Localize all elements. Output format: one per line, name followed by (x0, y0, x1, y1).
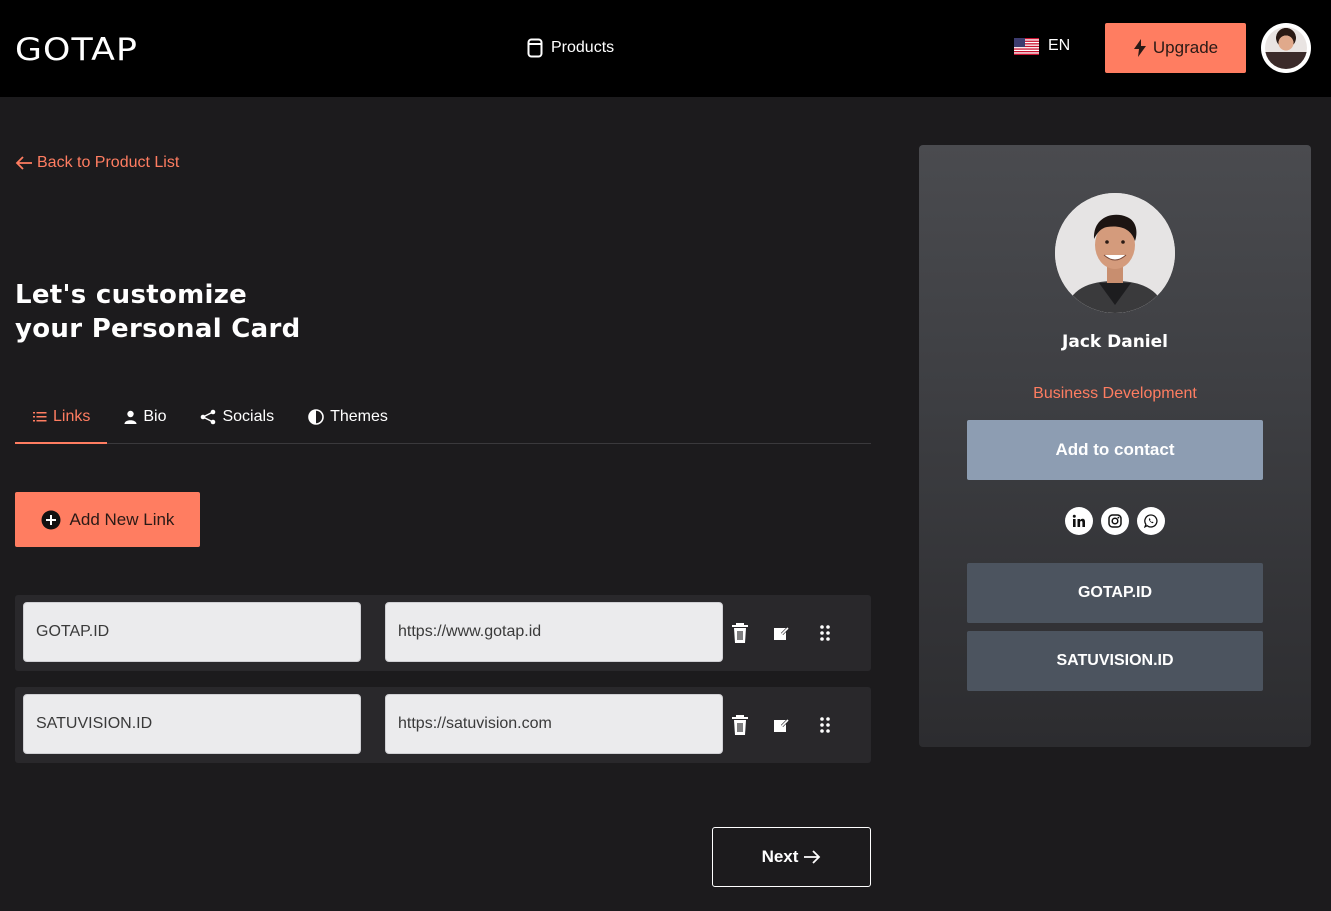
edit-icon[interactable] (771, 622, 791, 644)
arrow-right-icon (804, 850, 821, 864)
language-selector[interactable]: EN (1014, 34, 1070, 58)
tab-themes[interactable]: Themes (291, 398, 405, 443)
tab-socials-label: Socials (222, 407, 275, 425)
profile-name: Jack Daniel (1062, 332, 1168, 352)
drag-handle-icon[interactable] (815, 714, 835, 736)
tab-socials[interactable]: Socials (183, 398, 291, 443)
back-link-label: Back to Product List (37, 154, 180, 171)
gotap-logo[interactable]: GOTAP (15, 34, 138, 66)
page-title-line-1: Let's customize (15, 280, 248, 310)
top-navbar: GOTAP Products EN Upgrade (0, 0, 1331, 97)
customize-tabs: Links Bio Socials Themes (15, 398, 871, 444)
upgrade-button[interactable]: Upgrade (1105, 23, 1246, 73)
profile-photo (1055, 193, 1175, 313)
add-new-link-label: Add New Link (69, 509, 175, 529)
tab-bio-label: Bio (143, 407, 167, 425)
back-to-product-list-link[interactable]: Back to Product List (15, 152, 179, 174)
user-icon (124, 410, 137, 424)
tab-links-label: Links (53, 407, 91, 425)
lightning-icon (1133, 39, 1146, 57)
instagram-icon[interactable] (1101, 507, 1129, 535)
tab-themes-label: Themes (330, 407, 388, 425)
edit-icon[interactable] (771, 714, 791, 736)
add-new-link-button[interactable]: Add New Link (15, 492, 200, 547)
drag-handle-icon[interactable] (815, 622, 835, 644)
nav-products[interactable]: Products (527, 36, 614, 60)
arrow-left-icon (15, 156, 32, 170)
nav-products-label: Products (551, 39, 615, 56)
card-link-button[interactable]: GOTAP.ID (967, 563, 1263, 623)
link-row (15, 595, 871, 671)
contrast-icon (308, 408, 324, 425)
link-url-input[interactable] (385, 694, 723, 754)
linkedin-icon[interactable] (1065, 507, 1093, 535)
avatar-photo (1265, 27, 1307, 69)
link-title-input[interactable] (23, 602, 361, 662)
tab-bio[interactable]: Bio (107, 398, 183, 443)
link-title-input[interactable] (23, 694, 361, 754)
page-title-line-2: your Personal Card (15, 314, 301, 344)
card-preview: Jack Daniel Business Development Add to … (919, 145, 1311, 747)
trash-icon[interactable] (730, 714, 750, 736)
trash-icon[interactable] (730, 622, 750, 644)
plus-circle-icon (41, 510, 61, 529)
upgrade-label: Upgrade (1152, 38, 1219, 57)
card-link-button[interactable]: SATUVISION.ID (967, 631, 1263, 691)
link-url-input[interactable] (385, 602, 723, 662)
link-row (15, 687, 871, 763)
list-icon (33, 411, 47, 421)
next-label: Next (761, 847, 799, 866)
next-button[interactable]: Next (712, 827, 871, 887)
cylinder-icon (527, 38, 543, 58)
social-icons (919, 507, 1311, 535)
whatsapp-icon[interactable] (1137, 507, 1165, 535)
profile-role: Business Development (1033, 385, 1197, 402)
page-title: Let's customize your Personal Card (15, 278, 515, 346)
tab-links[interactable]: Links (15, 398, 108, 444)
share-icon (201, 409, 216, 424)
user-avatar[interactable] (1261, 23, 1311, 73)
add-to-contact-button[interactable]: Add to contact (967, 420, 1263, 480)
language-label: EN (1048, 37, 1071, 54)
us-flag-icon (1014, 37, 1039, 55)
